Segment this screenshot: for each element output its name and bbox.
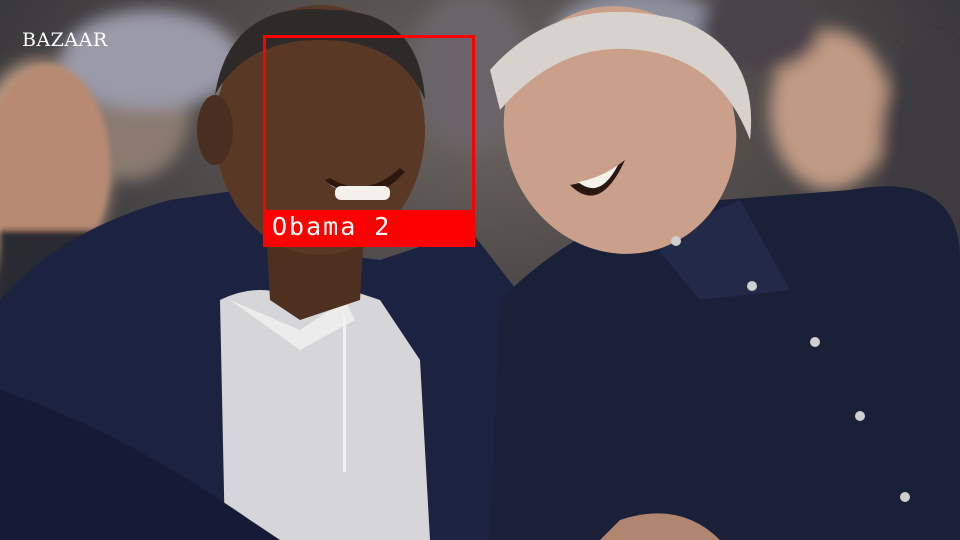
bazaar-watermark: BAZAAR: [22, 29, 108, 51]
face-detection-label: Obama 2: [263, 210, 475, 244]
video-frame: BAZAAR Obama 2: [0, 0, 960, 540]
photo-scene: [0, 0, 960, 540]
vertical-marker-line: [343, 316, 346, 472]
face-detection-label-text: Obama 2: [272, 212, 392, 241]
